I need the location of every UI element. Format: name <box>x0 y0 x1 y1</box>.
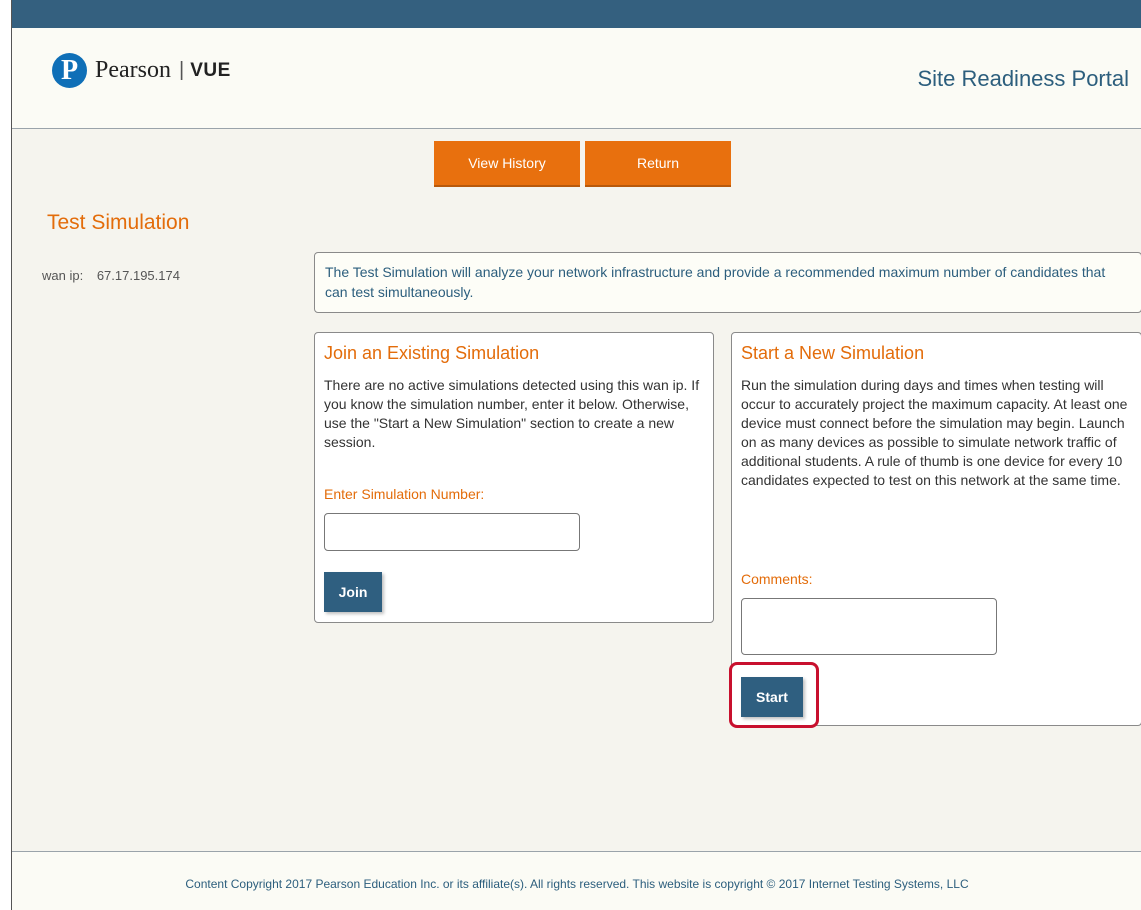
join-simulation-panel: Join an Existing Simulation There are no… <box>314 332 714 623</box>
intro-message: The Test Simulation will analyze your ne… <box>314 252 1141 313</box>
logo-separator: | <box>178 59 185 81</box>
join-panel-title: Join an Existing Simulation <box>324 343 540 363</box>
return-button[interactable]: Return <box>585 141 731 187</box>
start-panel-description: Run the simulation during days and times… <box>741 377 1128 488</box>
site-footer: Content Copyright 2017 Pearson Education… <box>12 851 1141 910</box>
portal-title: Site Readiness Portal <box>917 66 1129 91</box>
logo-brand-name: Pearson <box>95 57 171 83</box>
view-history-button[interactable]: View History <box>434 141 580 187</box>
footer-copyright: Content Copyright 2017 Pearson Education… <box>185 877 969 891</box>
comments-label: Comments: <box>741 571 813 587</box>
start-panel-title: Start a New Simulation <box>741 343 925 363</box>
join-panel-description: There are no active simulations detected… <box>324 377 700 450</box>
page-title: Test Simulation <box>47 211 190 234</box>
logo-sub-brand: VUE <box>190 59 231 81</box>
start-button-highlight <box>729 662 819 728</box>
page-frame: P Pearson | VUE Site Readiness Portal Vi… <box>11 0 1141 910</box>
join-button[interactable]: Join <box>324 572 382 612</box>
comments-input[interactable] <box>741 598 997 655</box>
pearson-vue-logo[interactable]: P Pearson | VUE <box>52 53 231 88</box>
wan-ip-value: 67.17.195.174 <box>96 268 180 283</box>
simulation-number-input[interactable] <box>324 513 580 551</box>
pearson-logo-icon: P <box>52 53 87 88</box>
wan-ip-label: wan ip: <box>42 268 84 283</box>
simulation-number-label: Enter Simulation Number: <box>324 486 485 502</box>
top-bar <box>12 0 1141 28</box>
wan-ip-info: wan ip: 67.17.195.174 <box>42 268 180 283</box>
